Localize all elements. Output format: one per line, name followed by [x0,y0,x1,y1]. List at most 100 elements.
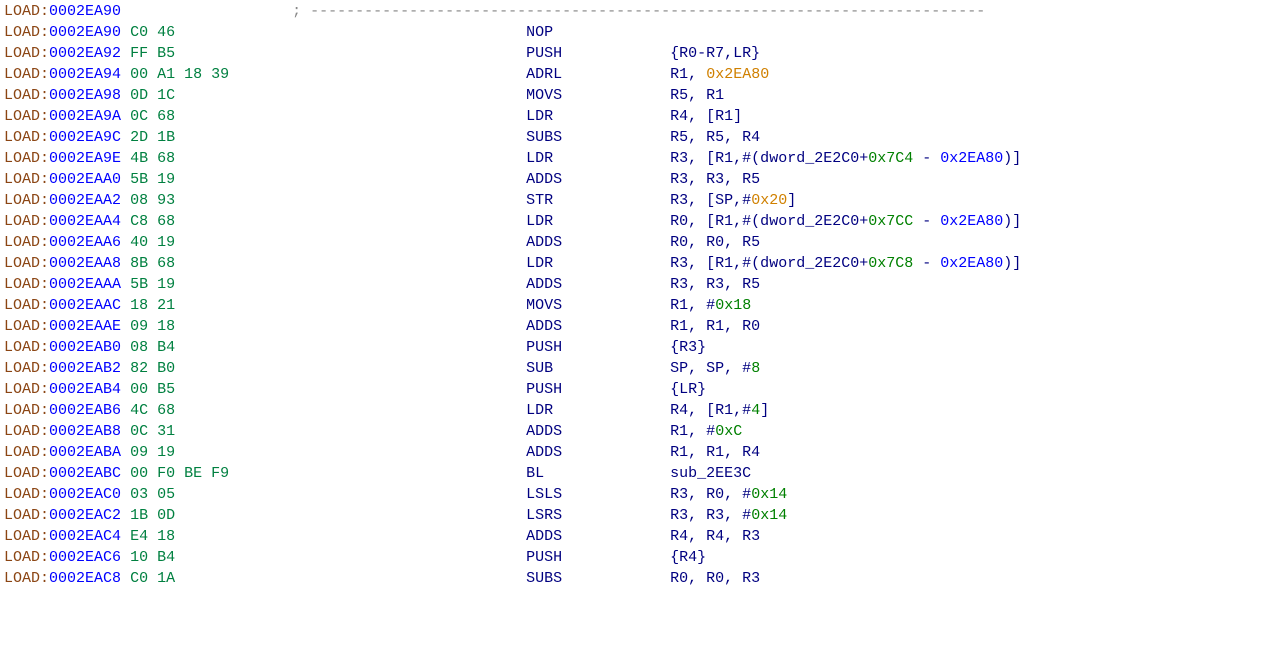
address: 0002EAB0 [49,339,121,356]
operand-part: R4, [R1] [670,108,742,125]
operands: R5, R1 [670,87,724,104]
disasm-line[interactable]: LOAD:0002EAB6 4C 68 LDR R4, [R1,#4] [4,400,1257,421]
disasm-line[interactable]: LOAD:0002EAC2 1B 0D LSRS R3, R3, #0x14 [4,505,1257,526]
operand-part: 0x14 [751,486,787,503]
disasm-line[interactable]: LOAD:0002EAB2 82 B0 SUB SP, SP, #8 [4,358,1257,379]
segment-label: LOAD [4,255,40,272]
operand-part: )] [1003,150,1021,167]
disasm-line[interactable]: LOAD:0002EAA8 8B 68 LDR R3, [R1,#(dword_… [4,253,1257,274]
segment-label: LOAD [4,444,40,461]
opcode-bytes: 8B 68 [130,255,526,272]
address: 0002EAB6 [49,402,121,419]
mnemonic: PUSH [526,381,670,398]
operands: R4, R4, R3 [670,528,760,545]
disasm-line[interactable]: LOAD:0002EA98 0D 1C MOVS R5, R1 [4,85,1257,106]
operand-part: )] [1003,213,1021,230]
segment-label: LOAD [4,402,40,419]
operands: R3, R0, #0x14 [670,486,787,503]
operand-part: {LR} [670,381,706,398]
segment-label: LOAD [4,507,40,524]
mnemonic: NOP [526,24,670,41]
address: 0002EABA [49,444,121,461]
segment-label: LOAD [4,192,40,209]
operand-part: R1, R1, R4 [670,444,760,461]
operands: R0, R0, R5 [670,234,760,251]
opcode-bytes: 08 B4 [130,339,526,356]
mnemonic: PUSH [526,339,670,356]
opcode-bytes: 09 18 [130,318,526,335]
operand-part: R3, [SP,# [670,192,751,209]
disasm-line[interactable]: LOAD:0002EA90 ; ------------------------… [4,1,1257,22]
segment-label: LOAD [4,423,40,440]
opcode-bytes: 4C 68 [130,402,526,419]
mnemonic: PUSH [526,549,670,566]
disasm-line[interactable]: LOAD:0002EAC8 C0 1A SUBS R0, R0, R3 [4,568,1257,589]
colon: : [40,360,49,377]
disassembly-listing[interactable]: LOAD:0002EA90 ; ------------------------… [0,0,1261,590]
disasm-line[interactable]: LOAD:0002EAAA 5B 19 ADDS R3, R3, R5 [4,274,1257,295]
colon: : [40,402,49,419]
colon: : [40,318,49,335]
operand-part: 4 [751,402,760,419]
opcode-bytes: E4 18 [130,528,526,545]
address: 0002EAB8 [49,423,121,440]
disasm-line[interactable]: LOAD:0002EAA0 5B 19 ADDS R3, R3, R5 [4,169,1257,190]
mnemonic: ADDS [526,528,670,545]
operand-part: 0x7C4 [868,150,913,167]
comment-separator: ; --------------------------------------… [292,3,985,20]
operands: R3, R3, R5 [670,276,760,293]
disasm-line[interactable]: LOAD:0002EAA6 40 19 ADDS R0, R0, R5 [4,232,1257,253]
disasm-line[interactable]: LOAD:0002EABA 09 19 ADDS R1, R1, R4 [4,442,1257,463]
operand-part: R3, [R1,#(dword_2E2C0+ [670,255,868,272]
mnemonic: ADDS [526,423,670,440]
disasm-line[interactable]: LOAD:0002EAC4 E4 18 ADDS R4, R4, R3 [4,526,1257,547]
disasm-line[interactable]: LOAD:0002EA92 FF B5 PUSH {R0-R7,LR} [4,43,1257,64]
disasm-line[interactable]: LOAD:0002EAB4 00 B5 PUSH {LR} [4,379,1257,400]
disasm-line[interactable]: LOAD:0002EA9E 4B 68 LDR R3, [R1,#(dword_… [4,148,1257,169]
segment-label: LOAD [4,528,40,545]
colon: : [40,108,49,125]
opcode-bytes: 0C 68 [130,108,526,125]
mnemonic: ADDS [526,318,670,335]
address: 0002EAB2 [49,360,121,377]
disasm-line[interactable]: LOAD:0002EA90 C0 46 NOP [4,22,1257,43]
disasm-line[interactable]: LOAD:0002EAC0 03 05 LSLS R3, R0, #0x14 [4,484,1257,505]
disasm-line[interactable]: LOAD:0002EAA4 C8 68 LDR R0, [R1,#(dword_… [4,211,1257,232]
disasm-line[interactable]: LOAD:0002EAB8 0C 31 ADDS R1, #0xC [4,421,1257,442]
disasm-line[interactable]: LOAD:0002EAAC 18 21 MOVS R1, #0x18 [4,295,1257,316]
disasm-line[interactable]: LOAD:0002EA94 00 A1 18 39 ADRL R1, 0x2EA… [4,64,1257,85]
address: 0002EAC4 [49,528,121,545]
disasm-line[interactable]: LOAD:0002EAB0 08 B4 PUSH {R3} [4,337,1257,358]
opcode-bytes: 00 F0 BE F9 [130,465,526,482]
segment-label: LOAD [4,24,40,41]
disasm-line[interactable]: LOAD:0002EAC6 10 B4 PUSH {R4} [4,547,1257,568]
disasm-line[interactable]: LOAD:0002EABC 00 F0 BE F9 BL sub_2EE3C [4,463,1257,484]
disasm-line[interactable]: LOAD:0002EAAE 09 18 ADDS R1, R1, R0 [4,316,1257,337]
operand-part: 0xC [715,423,742,440]
disasm-line[interactable]: LOAD:0002EA9A 0C 68 LDR R4, [R1] [4,106,1257,127]
operand-part: 0x7C8 [868,255,913,272]
mnemonic: ADRL [526,66,670,83]
address: 0002EA9E [49,150,121,167]
mnemonic: ADDS [526,276,670,293]
disasm-line[interactable]: LOAD:0002EAA2 08 93 STR R3, [SP,#0x20] [4,190,1257,211]
address: 0002EA92 [49,45,121,62]
address: 0002EAC0 [49,486,121,503]
address: 0002EAAE [49,318,121,335]
disasm-line[interactable]: LOAD:0002EA9C 2D 1B SUBS R5, R5, R4 [4,127,1257,148]
opcode-bytes: 0D 1C [130,87,526,104]
mnemonic: LDR [526,402,670,419]
operands: R3, [R1,#(dword_2E2C0+0x7C8 - 0x2EA80)] [670,255,1021,272]
operands: {R4} [670,549,706,566]
address: 0002EAA0 [49,171,121,188]
address: 0002EAAA [49,276,121,293]
opcode-bytes: C0 1A [130,570,526,587]
colon: : [40,465,49,482]
colon: : [40,255,49,272]
operand-part: sub_2EE3C [670,465,751,482]
colon: : [40,423,49,440]
segment-label: LOAD [4,45,40,62]
address: 0002EAA6 [49,234,121,251]
address: 0002EAC6 [49,549,121,566]
operand-part: 0x2EA80 [706,66,769,83]
